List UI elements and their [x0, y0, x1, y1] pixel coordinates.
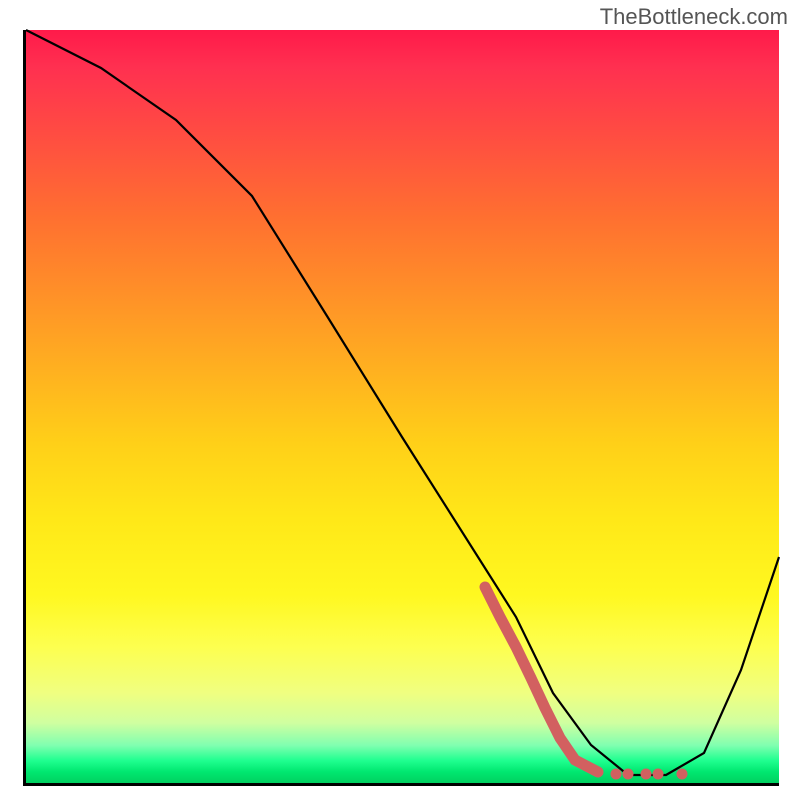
chart-plot-area — [23, 30, 779, 786]
chart-svg — [26, 30, 779, 783]
chart-container: TheBottleneck.com — [0, 0, 800, 800]
bottleneck-curve-line — [26, 30, 779, 775]
watermark-text: TheBottleneck.com — [600, 4, 788, 30]
